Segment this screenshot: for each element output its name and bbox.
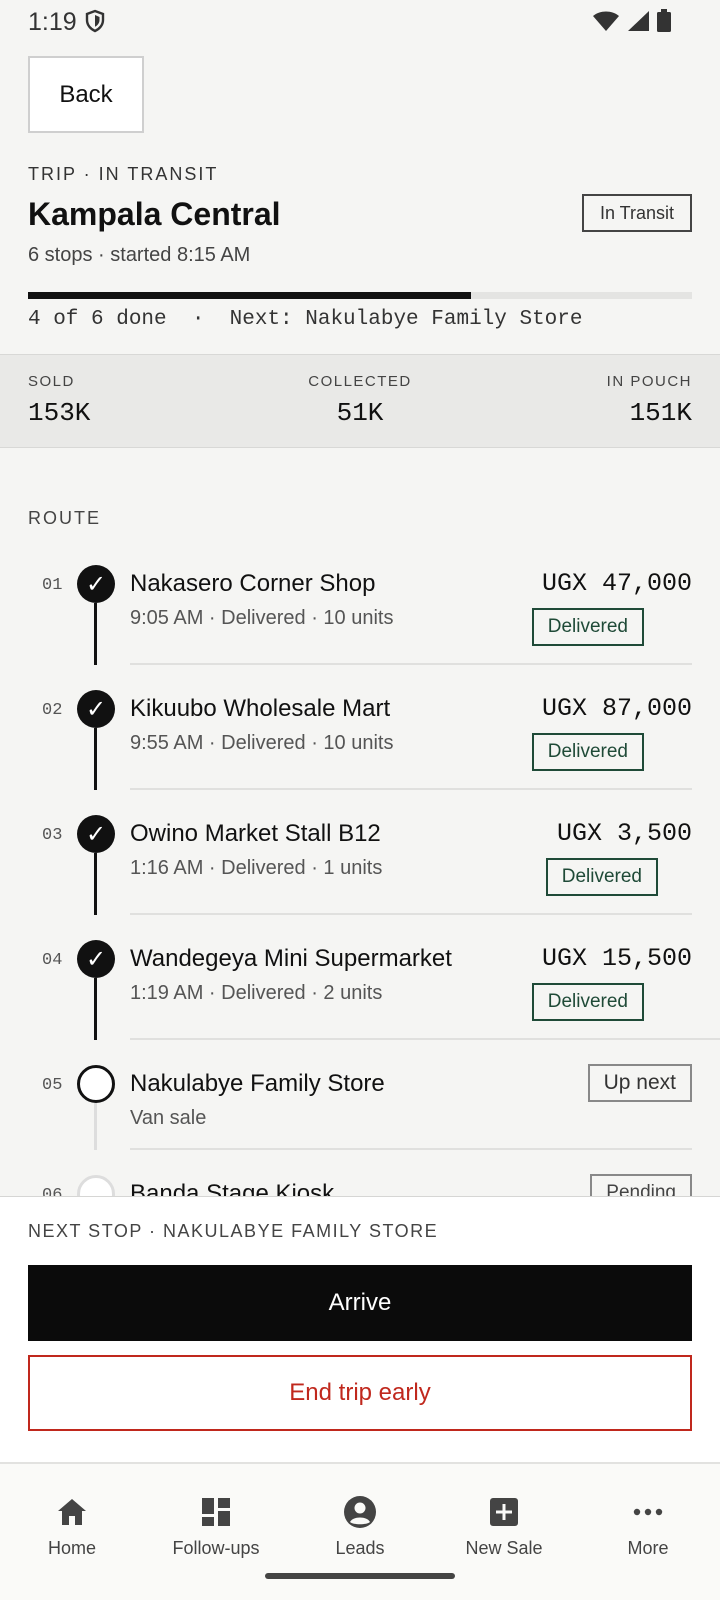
route-connector	[94, 603, 97, 665]
home-indicator[interactable]	[265, 1573, 455, 1579]
stop-amount: UGX 15,500	[541, 944, 692, 973]
route-connector	[94, 853, 97, 915]
add-box-icon	[490, 1498, 518, 1526]
delivered-badge: Delivered	[531, 608, 644, 646]
home-icon	[58, 1499, 86, 1525]
open-circle-icon	[77, 1065, 115, 1103]
check-icon: ✓	[77, 690, 115, 728]
route-stop[interactable]: 04 ✓ Wandegeya Mini Supermarket 1:19 AM …	[0, 915, 720, 1040]
nav-leads[interactable]: Leads	[288, 1494, 432, 1559]
progress-bar	[28, 292, 692, 299]
nav-label: More	[627, 1538, 669, 1558]
route-stop[interactable]: 01 ✓ Nakasero Corner Shop 9:05 AM · Deli…	[0, 540, 720, 665]
route-stop-list: 01 ✓ Nakasero Corner Shop 9:05 AM · Deli…	[0, 540, 720, 1196]
stop-name: Owino Market Stall B12	[130, 820, 381, 847]
trip-kicker: TRIP · IN TRANSIT	[28, 164, 219, 184]
nav-home[interactable]: Home	[0, 1494, 144, 1559]
delivered-badge: Delivered	[531, 733, 644, 771]
stop-number: 03	[42, 826, 63, 845]
stop-number: 02	[42, 701, 63, 720]
route-connector	[94, 978, 97, 1040]
trip-stats: SOLD 153K COLLECTED 51K IN POUCH 151K	[0, 354, 720, 448]
next-stop-label: NEXT STOP · NAKULABYE FAMILY STORE	[28, 1221, 439, 1241]
stop-number: 06	[42, 1186, 63, 1196]
route-stop-pending[interactable]: 06 Banda Stage Kiosk Pending	[0, 1150, 720, 1196]
stat-value: 151K	[629, 398, 692, 428]
status-bar: 1:19	[0, 0, 720, 44]
nav-label: Home	[47, 1538, 96, 1558]
stop-name: Nakulabye Family Store	[130, 1070, 385, 1097]
page-title: Kampala Central	[28, 196, 281, 232]
battery-icon	[657, 9, 671, 32]
account-circle-icon	[344, 1496, 376, 1528]
end-trip-early-button[interactable]: End trip early	[28, 1355, 692, 1431]
shield-icon	[85, 9, 105, 33]
route-stop[interactable]: 02 ✓ Kikuubo Wholesale Mart 9:55 AM · De…	[0, 665, 720, 790]
nav-new-sale[interactable]: New Sale	[432, 1494, 576, 1559]
route-label: ROUTE	[28, 508, 101, 528]
nav-follow-ups[interactable]: Follow-ups	[144, 1494, 288, 1559]
stop-number: 01	[42, 576, 63, 595]
back-button[interactable]: Back	[28, 56, 144, 133]
status-time: 1:19	[28, 8, 77, 36]
stop-meta: Van sale	[130, 1107, 207, 1129]
status-icons	[592, 9, 672, 33]
check-icon: ✓	[77, 815, 115, 853]
stop-meta: 9:55 AM · Delivered · 10 units	[130, 732, 394, 754]
next-stop-sheet: NEXT STOP · NAKULABYE FAMILY STORE Arriv…	[0, 1196, 720, 1462]
wifi-icon	[593, 11, 619, 31]
delivered-badge: Delivered	[545, 858, 658, 896]
stop-meta: 9:05 AM · Delivered · 10 units	[130, 607, 394, 629]
stat-label: IN POUCH	[606, 373, 692, 390]
progress-fill	[28, 292, 471, 299]
arrive-button[interactable]: Arrive	[28, 1265, 692, 1341]
trip-subtitle: 6 stops · started 8:15 AM	[28, 244, 251, 266]
open-circle-icon	[77, 1175, 115, 1196]
stop-number: 05	[42, 1076, 63, 1095]
stop-name: Nakasero Corner Shop	[130, 570, 376, 597]
stop-name: Banda Stage Kiosk	[130, 1180, 335, 1196]
delivered-badge: Delivered	[531, 983, 644, 1021]
route-connector	[94, 1103, 97, 1150]
route-connector	[94, 728, 97, 790]
stop-amount: UGX 87,000	[541, 694, 692, 723]
up-next-badge: Up next	[587, 1064, 692, 1102]
stat-in-pouch: IN POUCH 151K	[607, 373, 692, 428]
nav-label: Leads	[335, 1538, 385, 1558]
stop-amount: UGX 3,500	[556, 819, 692, 848]
route-stop[interactable]: 03 ✓ Owino Market Stall B12 1:16 AM · De…	[0, 790, 720, 915]
stop-name: Kikuubo Wholesale Mart	[130, 695, 391, 722]
check-icon: ✓	[77, 940, 115, 978]
route-stop-next[interactable]: 05 Nakulabye Family Store Van sale Up ne…	[0, 1040, 720, 1150]
dashboard-icon	[202, 1498, 230, 1526]
stop-amount: UGX 47,000	[541, 569, 692, 598]
stop-number: 04	[42, 951, 63, 970]
more-horiz-icon	[633, 1508, 663, 1516]
signal-icon	[628, 11, 649, 31]
nav-label: New Sale	[465, 1538, 543, 1558]
check-icon: ✓	[77, 565, 115, 603]
nav-label: Follow-ups	[172, 1538, 260, 1558]
status-badge: In Transit	[582, 194, 692, 232]
pending-badge: Pending	[590, 1174, 692, 1196]
progress-text: 4 of 6 done · Next: Nakulabye Family Sto…	[28, 308, 583, 331]
bottom-nav: Home Follow-ups Leads New Sale More	[0, 1462, 720, 1600]
stop-name: Wandegeya Mini Supermarket	[130, 945, 452, 972]
stop-meta: 1:19 AM · Delivered · 2 units	[130, 982, 383, 1004]
stop-meta: 1:16 AM · Delivered · 1 units	[130, 857, 383, 879]
nav-more[interactable]: More	[576, 1494, 720, 1559]
